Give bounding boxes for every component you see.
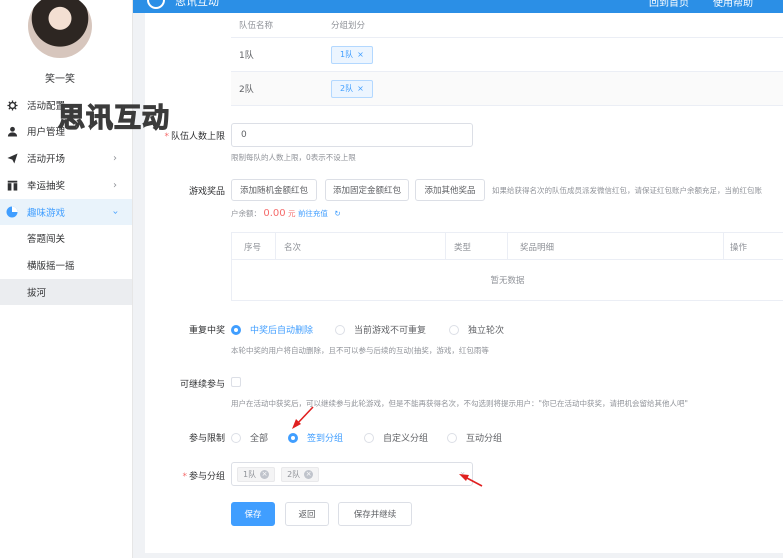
arrow-icon <box>292 406 314 429</box>
annotation-arrows <box>292 406 483 487</box>
arrow-icon <box>459 474 483 487</box>
